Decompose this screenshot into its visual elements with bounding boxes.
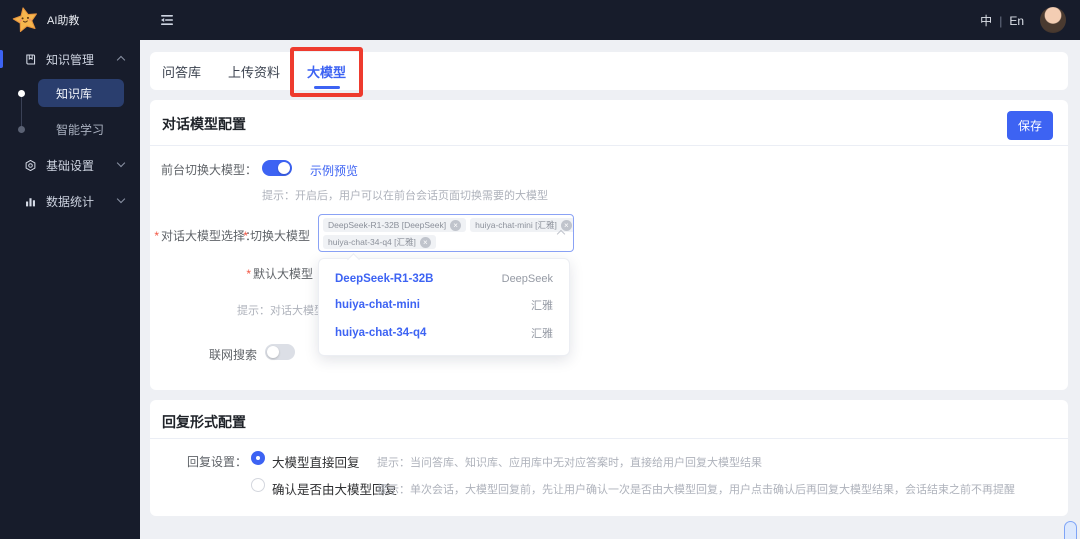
lang-zh[interactable]: 中 (980, 12, 992, 29)
direct-reply-hint: 提示：当问答库、知识库、应用库中无对应答案时，直接给用户回复大模型结果 (377, 457, 762, 469)
sidebar-item-knowledge-management[interactable]: 知识管理 (0, 47, 140, 71)
web-search-toggle[interactable] (265, 344, 295, 360)
tag-label: huiya-chat-mini [汇雅] (475, 220, 557, 230)
front-switch-label: 前台切换大模型： (160, 163, 257, 177)
reply-settings-label: 回复设置： (186, 455, 247, 469)
sidebar-item-basic-settings[interactable]: 基础设置 (0, 153, 140, 177)
divider (150, 438, 1068, 439)
model-tag[interactable]: huiya-chat-mini [汇雅] × (470, 218, 573, 232)
sidebar: AI助教 知识管理 知识库 智能学习 基础设置 数据统计 (0, 0, 140, 539)
reply-config-card: 回复形式配置 回复设置： 大模型直接回复 提示：当问答库、知识库、应用库中无对应… (150, 400, 1068, 516)
web-search-label: 联网搜索 (208, 348, 257, 362)
switch-model-sublabel: * 切换大模型 (210, 227, 310, 244)
option-name: huiya-chat-mini (335, 299, 420, 311)
language-switcher: 中 | En (980, 12, 1024, 29)
option-name: DeepSeek-R1-32B (335, 273, 434, 285)
tag-label: DeepSeek-R1-32B [DeepSeek] (328, 220, 447, 230)
switch-model-multiselect[interactable]: DeepSeek-R1-32B [DeepSeek] × huiya-chat-m… (318, 214, 574, 252)
book-icon (24, 53, 37, 66)
front-switch-toggle[interactable] (262, 160, 292, 176)
tag-remove-icon[interactable]: × (419, 236, 431, 248)
sidebar-subitem-label: 知识库 (56, 86, 93, 101)
app-logo[interactable]: AI助教 (12, 6, 79, 33)
topbar: 中 | En (140, 0, 1080, 40)
option-vendor: DeepSeek (501, 273, 553, 285)
toggle-knob (267, 346, 279, 358)
tab-label: 大模型 (307, 64, 347, 80)
sidebar-collapse-button[interactable] (158, 11, 176, 34)
sidebar-item-label: 知识管理 (46, 52, 95, 67)
chevron-up-icon (116, 55, 126, 65)
radio-direct-reply[interactable] (251, 451, 265, 465)
sidebar-subitem-knowledge-base[interactable]: 知识库 (38, 79, 124, 107)
timeline-dot-active (18, 90, 25, 97)
active-section-bar (0, 50, 3, 68)
chevron-down-icon (116, 158, 126, 168)
radio-direct-reply-label[interactable]: 大模型直接回复 (272, 452, 360, 471)
tab-large-model[interactable]: 大模型 (290, 46, 364, 97)
required-asterisk: * (243, 229, 248, 243)
model-select-hint: 提示：对话大模型 (237, 305, 325, 317)
tab-upload-materials[interactable]: 上传资料 (228, 62, 280, 81)
option-vendor: 汇雅 (531, 300, 553, 312)
default-model-sublabel: * 默认大模型 (213, 265, 313, 282)
required-asterisk: * (246, 267, 251, 281)
confirm-reply-hint: 提示：单次会话，大模型回复前，先让用户确认一次是否由大模型回复，用户点击确认后再… (377, 484, 1015, 496)
option-name: huiya-chat-34-q4 (335, 327, 427, 339)
front-switch-hint: 提示：开启后，用户可以在前台会话页面切换需要的大模型 (262, 190, 548, 202)
tag-remove-icon[interactable]: × (560, 219, 572, 231)
sidebar-item-data-statistics[interactable]: 数据统计 (0, 189, 140, 213)
required-asterisk: * (154, 229, 159, 243)
lang-divider: | (999, 13, 1003, 28)
gear-icon (24, 159, 37, 172)
tag-label: huiya-chat-34-q4 [汇雅] (328, 237, 416, 247)
option-vendor: 汇雅 (531, 328, 553, 340)
radio-confirm-reply[interactable] (251, 478, 265, 492)
timeline-dot-idle (18, 126, 25, 133)
dialog-model-config-card: 对话模型配置 保存 前台切换大模型： 示例预览 提示：开启后，用户可以在前台会话… (150, 100, 1068, 390)
dropdown-option[interactable]: DeepSeek-R1-32B DeepSeek (319, 267, 569, 291)
sidebar-subitem-label: 智能学习 (56, 123, 105, 137)
toggle-knob (278, 162, 290, 174)
divider (150, 145, 1068, 146)
tag-remove-icon[interactable]: × (450, 219, 462, 231)
save-button[interactable]: 保存 (1006, 111, 1053, 140)
bar-chart-icon (24, 195, 37, 208)
tab-qa-library[interactable]: 问答库 (162, 62, 201, 81)
sidebar-subitem-smart-learning[interactable]: 智能学习 (56, 121, 104, 138)
vertical-scrollbar-thumb[interactable] (1064, 521, 1077, 539)
star-mascot-icon (12, 7, 37, 33)
dropdown-option[interactable]: huiya-chat-34-q4 汇雅 (319, 319, 569, 347)
lang-en[interactable]: En (1009, 14, 1024, 28)
section-title: 回复形式配置 (162, 414, 246, 430)
label-text: 切换大模型 (249, 229, 310, 243)
dropdown-option[interactable]: huiya-chat-mini 汇雅 (319, 291, 569, 319)
model-tag[interactable]: DeepSeek-R1-32B [DeepSeek] × (323, 218, 467, 232)
example-preview-link[interactable]: 示例预览 (310, 162, 358, 179)
app-title: AI助教 (47, 14, 80, 27)
label-text: 默认大模型 (252, 267, 313, 281)
section-title: 对话模型配置 (162, 116, 246, 132)
chevron-down-icon (116, 194, 126, 204)
sidebar-item-label: 基础设置 (46, 158, 95, 173)
model-dropdown: DeepSeek-R1-32B DeepSeek huiya-chat-mini… (318, 258, 570, 356)
user-avatar[interactable] (1040, 7, 1066, 33)
sidebar-item-label: 数据统计 (46, 194, 95, 209)
tabs-bar: 问答库 上传资料 大模型 (150, 46, 1068, 97)
model-tag[interactable]: huiya-chat-34-q4 [汇雅] × (323, 235, 436, 249)
